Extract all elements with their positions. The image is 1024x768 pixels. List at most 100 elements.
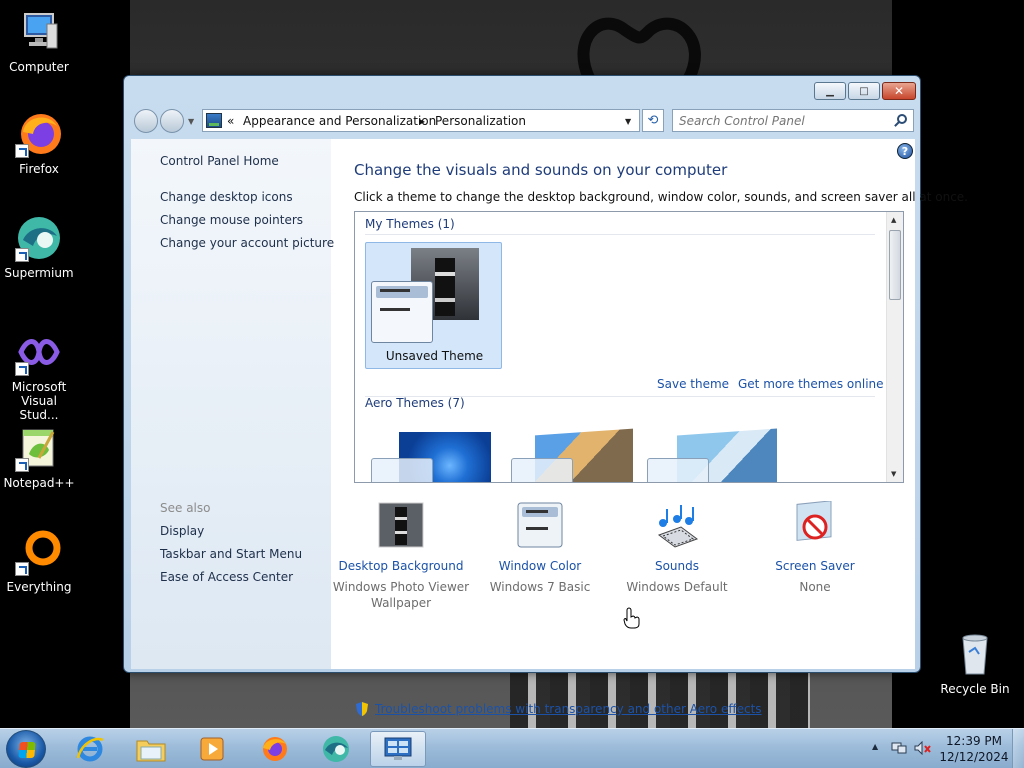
desktop-icon-firefox[interactable]: Firefox (0, 110, 78, 176)
theme-aero-windows-7[interactable] (365, 427, 495, 482)
taskbar-supermium[interactable] (308, 731, 364, 767)
aero-themes-header: Aero Themes (7) (365, 396, 465, 410)
shield-icon (356, 702, 368, 716)
firefox-icon (263, 737, 287, 761)
theme-window-color-swatch (371, 458, 433, 482)
clock-date[interactable]: 12/12/2024 (934, 750, 1014, 764)
theme-unsaved[interactable]: Unsaved Theme (365, 242, 502, 369)
taskbar-control-panel[interactable] (370, 731, 426, 767)
desktop-icon-computer[interactable]: Computer (0, 8, 78, 74)
sounds-link[interactable]: Sounds (607, 559, 747, 573)
window-color-icon (516, 501, 564, 549)
theme-list[interactable]: My Themes (1) Unsaved Theme Save theme G… (354, 211, 904, 483)
save-theme-link[interactable]: Save theme (657, 377, 729, 391)
breadcrumb-appearance-and-personalization[interactable]: Appearance and Personalization (243, 114, 436, 128)
start-button[interactable] (6, 730, 46, 768)
desktop-icon-label: Everything (6, 580, 72, 594)
window-titlebar[interactable]: ▁ □ ✕ (124, 76, 920, 106)
desktop-background-link[interactable]: Desktop Background (331, 559, 471, 573)
scroll-up-icon[interactable]: ▲ (891, 216, 896, 224)
hand-pointer-cursor-icon (623, 607, 640, 629)
shortcut-arrow-icon (15, 144, 29, 158)
nav-change-desktop-icons[interactable]: Change desktop icons (160, 190, 293, 204)
desktop-icon-label: Notepad++ (3, 476, 75, 490)
forward-button[interactable] (160, 109, 184, 133)
nav-control-panel-home[interactable]: Control Panel Home (160, 154, 279, 168)
firefox-icon (15, 110, 63, 158)
desktop-icon-label: Firefox (19, 162, 59, 176)
theme-aero-characters[interactable] (641, 427, 777, 482)
theme-label: Unsaved Theme (385, 349, 484, 363)
desktop-icon-recycle-bin[interactable]: Recycle Bin (936, 630, 1014, 696)
nav-taskbar-and-start-menu[interactable]: Taskbar and Start Menu (160, 547, 302, 561)
setting-window-color[interactable]: Window Color Windows 7 Basic (470, 501, 610, 595)
theme-window-color-swatch (511, 458, 573, 482)
sounds-icon (653, 501, 701, 549)
visual-studio-icon (15, 328, 63, 376)
breadcrumb-overflow-icon[interactable]: « (227, 114, 234, 128)
recent-pages-chevron-icon[interactable]: ▼ (188, 117, 194, 126)
minimize-button[interactable]: ▁ (814, 82, 846, 100)
volume-muted-icon[interactable] (914, 741, 932, 755)
nav-ease-of-access-center[interactable]: Ease of Access Center (160, 570, 293, 584)
get-more-themes-link[interactable]: Get more themes online (738, 377, 884, 391)
taskbar-media-player[interactable] (184, 731, 240, 767)
search-input[interactable] (679, 113, 879, 129)
window-color-link[interactable]: Window Color (470, 559, 610, 573)
wallpaper-heart-graphic (577, 17, 701, 80)
network-icon[interactable] (891, 741, 907, 755)
search-box[interactable] (672, 109, 914, 132)
shortcut-arrow-icon (15, 248, 29, 262)
windows-logo-icon (18, 742, 36, 758)
show-hidden-icons-icon[interactable]: ▲ (872, 742, 878, 751)
help-icon[interactable]: ? (897, 143, 913, 159)
control-panel-icon (206, 113, 222, 128)
screen-saver-value: None (799, 580, 831, 594)
nav-change-mouse-pointers[interactable]: Change mouse pointers (160, 213, 303, 227)
scroll-down-icon[interactable]: ▼ (891, 470, 896, 478)
taskbar-firefox[interactable] (246, 731, 302, 767)
show-desktop-button[interactable] (1012, 729, 1024, 768)
shortcut-arrow-icon (15, 458, 29, 472)
troubleshoot-transparency-link[interactable]: Troubleshoot problems with transparency … (375, 702, 762, 716)
setting-desktop-background[interactable]: Desktop Background Windows Photo Viewer … (331, 501, 471, 611)
back-button[interactable] (134, 109, 158, 133)
nav-display[interactable]: Display (160, 524, 204, 538)
desktop-icon-everything[interactable]: Everything (0, 528, 78, 594)
nav-change-account-picture[interactable]: Change your account picture (160, 236, 334, 250)
clock-time[interactable]: 12:39 PM (934, 734, 1014, 748)
desktop-icon-supermium[interactable]: Supermium (0, 214, 78, 280)
desktop-icon-label: Supermium (4, 266, 74, 280)
search-icon[interactable] (897, 114, 907, 124)
close-button[interactable]: ✕ (882, 82, 916, 100)
setting-sounds[interactable]: Sounds Windows Default (607, 501, 747, 595)
maximize-button[interactable]: □ (848, 82, 880, 100)
breadcrumb-personalization[interactable]: Personalization (435, 114, 526, 128)
theme-window-color-swatch (647, 458, 709, 482)
address-bar[interactable]: « Appearance and Personalization ▸ Perso… (202, 109, 640, 132)
theme-window-color-swatch (371, 281, 433, 343)
taskbar-internet-explorer[interactable] (62, 731, 118, 767)
shortcut-arrow-icon (15, 362, 29, 376)
desktop-icon-visual-studio[interactable]: Microsoft Visual Stud... (0, 328, 78, 422)
desktop-icon-label: Microsoft Visual Stud... (11, 380, 67, 422)
taskbar-windows-explorer[interactable] (123, 731, 179, 767)
scrollbar-thumb[interactable] (889, 230, 901, 300)
desktop-icon-label: Computer (9, 60, 69, 74)
theme-list-scrollbar[interactable]: ▲ ▼ (886, 212, 903, 482)
screen-saver-link[interactable]: Screen Saver (745, 559, 885, 573)
see-also-heading: See also (160, 501, 211, 515)
notepad-plus-plus-icon (15, 424, 63, 472)
address-dropdown-icon[interactable]: ▼ (625, 117, 631, 126)
desktop-icon-label: Recycle Bin (940, 682, 1010, 696)
desktop-background-value: Windows Photo Viewer Wallpaper (332, 580, 470, 610)
breadcrumb-separator-icon[interactable]: ▸ (419, 114, 425, 128)
supermium-icon (15, 214, 63, 262)
desktop-icon-notepad-plus-plus[interactable]: Notepad++ (0, 424, 78, 490)
main-pane: ? Change the visuals and sounds on your … (331, 139, 968, 716)
setting-screen-saver[interactable]: Screen Saver None (745, 500, 885, 595)
refresh-button[interactable]: ⟲ (642, 109, 664, 132)
page-description: Click a theme to change the desktop back… (354, 190, 968, 204)
theme-aero-architecture[interactable] (505, 427, 635, 482)
recycle-bin-icon (951, 630, 999, 678)
